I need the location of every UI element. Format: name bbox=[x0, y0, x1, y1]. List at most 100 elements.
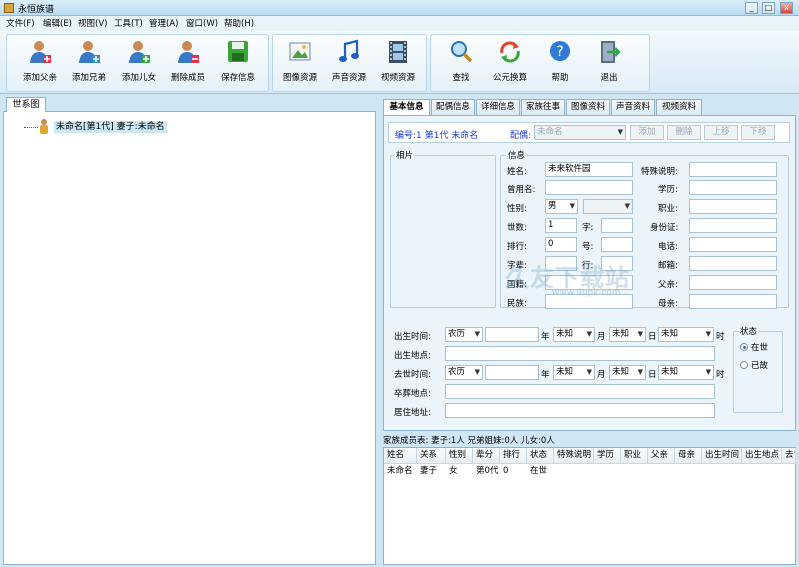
column-header-name[interactable]: 姓名 bbox=[384, 448, 417, 464]
chevron-down-icon: ▼ bbox=[617, 128, 623, 136]
menu-edit[interactable]: 编辑(E) bbox=[43, 17, 72, 29]
music-icon bbox=[339, 39, 359, 62]
birth-place-field[interactable] bbox=[445, 346, 715, 361]
menu-window[interactable]: 窗口(W) bbox=[186, 17, 218, 29]
generation-field[interactable]: 1 bbox=[545, 218, 577, 233]
menu-tools[interactable]: 工具(T) bbox=[114, 17, 143, 29]
name-field[interactable]: 未来软件园 bbox=[545, 162, 633, 177]
save-icon bbox=[228, 41, 248, 62]
add-sibling-button[interactable]: 添加兄弟 bbox=[63, 37, 115, 85]
image-resource-button[interactable]: 图像资源 bbox=[274, 37, 326, 85]
minimize-button[interactable]: _ bbox=[745, 2, 758, 14]
alive-radio[interactable]: 在世 bbox=[740, 341, 780, 353]
column-header-status[interactable]: 状态 bbox=[527, 448, 554, 464]
save-button[interactable]: 保存信息 bbox=[212, 37, 264, 85]
former-name-field[interactable] bbox=[545, 180, 633, 195]
delete-member-button[interactable]: 删除成员 bbox=[162, 37, 214, 85]
convert-button[interactable]: 公元换算 bbox=[484, 37, 536, 85]
cell-status: 在世 bbox=[530, 466, 548, 476]
tab-detail-info[interactable]: 详细信息 bbox=[476, 99, 520, 115]
id-card-field[interactable] bbox=[689, 218, 777, 233]
tab-lineage[interactable]: 世系图 bbox=[6, 97, 46, 112]
menu-help[interactable]: 帮助(H) bbox=[224, 17, 254, 29]
exit-button[interactable]: 退出 bbox=[583, 37, 635, 85]
tree-node-root[interactable]: 未命名[第1代] 妻子:未命名 bbox=[54, 121, 167, 133]
column-header-special[interactable]: 特殊说明 bbox=[554, 448, 594, 464]
gender-select[interactable]: 男 ▼ bbox=[545, 199, 578, 214]
chevron-down-icon: ▼ bbox=[637, 330, 643, 338]
search-button[interactable]: 查找 bbox=[435, 37, 487, 85]
video-resource-button[interactable]: 视频资源 bbox=[372, 37, 424, 85]
tab-basic-info[interactable]: 基本信息 bbox=[383, 99, 430, 116]
column-header-gender[interactable]: 性别 bbox=[446, 448, 473, 464]
ethnicity-label: 民族: bbox=[507, 299, 527, 309]
column-header-mother[interactable]: 母亲 bbox=[675, 448, 702, 464]
watermark-url: www.9upk.com bbox=[552, 288, 621, 298]
birth-day-select[interactable]: 未知 ▼ bbox=[609, 327, 646, 342]
tab-video-data[interactable]: 视频资料 bbox=[656, 99, 702, 115]
death-calendar-select[interactable]: 农历 ▼ bbox=[445, 365, 483, 380]
birth-month-select[interactable]: 未知 ▼ bbox=[553, 327, 595, 342]
death-month-unit: 月 bbox=[597, 370, 606, 380]
move-up-button[interactable]: 上移 bbox=[704, 125, 738, 140]
tab-spouse-info[interactable]: 配偶信息 bbox=[431, 99, 475, 115]
table-row[interactable]: 未命名 妻子 女 第0代 0 在世 bbox=[384, 465, 795, 478]
birth-calendar-select[interactable]: 农历 ▼ bbox=[445, 327, 483, 342]
menu-view[interactable]: 视图(V) bbox=[78, 17, 107, 29]
add-child-button[interactable]: 添加儿女 bbox=[113, 37, 165, 85]
tree-panel: 未命名[第1代] 妻子:未命名 世系图 bbox=[3, 97, 376, 565]
birth-year-unit: 年 bbox=[541, 332, 550, 342]
courtesy-field[interactable] bbox=[601, 218, 633, 233]
tab-image-data[interactable]: 图像资料 bbox=[566, 99, 610, 115]
alias-field[interactable] bbox=[601, 237, 633, 252]
move-down-button[interactable]: 下移 bbox=[741, 125, 775, 140]
job-label: 职业: bbox=[658, 204, 678, 214]
column-header-death[interactable]: 去世 bbox=[782, 448, 796, 464]
maximize-button[interactable]: □ bbox=[762, 2, 775, 14]
help-button[interactable]: ? 帮助 bbox=[534, 37, 586, 85]
death-time-label: 去世时间: bbox=[394, 370, 431, 380]
column-header-relation[interactable]: 关系 bbox=[417, 448, 446, 464]
menu-file[interactable]: 文件(F) bbox=[6, 17, 35, 29]
death-year-field[interactable] bbox=[485, 365, 539, 380]
rank-field[interactable]: 0 bbox=[545, 237, 577, 252]
family-member-table[interactable]: 姓名 关系 性别 辈分 排行 状态 特殊说明 学历 职业 父亲 母亲 出生时间 … bbox=[383, 447, 796, 565]
menu-manage[interactable]: 管理(A) bbox=[149, 17, 178, 29]
add-spouse-button[interactable]: 添加 bbox=[630, 125, 664, 140]
column-header-generation[interactable]: 辈分 bbox=[473, 448, 500, 464]
gender-sub-select[interactable]: ▼ bbox=[583, 199, 633, 214]
job-field[interactable] bbox=[689, 199, 777, 214]
photo-group[interactable] bbox=[390, 155, 496, 308]
sound-resource-button[interactable]: 声音资源 bbox=[323, 37, 375, 85]
death-day-select[interactable]: 未知 ▼ bbox=[609, 365, 646, 380]
close-button[interactable]: x bbox=[780, 2, 793, 14]
column-header-rank[interactable]: 排行 bbox=[500, 448, 527, 464]
education-field[interactable] bbox=[689, 180, 777, 195]
column-header-father[interactable]: 父亲 bbox=[648, 448, 675, 464]
birth-year-field[interactable] bbox=[485, 327, 539, 342]
column-header-birth-time[interactable]: 出生时间 bbox=[702, 448, 742, 464]
death-hour-select[interactable]: 未知 ▼ bbox=[658, 365, 714, 380]
tree-view[interactable]: 未命名[第1代] 妻子:未命名 bbox=[3, 111, 376, 565]
deceased-radio[interactable]: 已故 bbox=[740, 359, 780, 371]
former-name-label: 曾用名: bbox=[507, 185, 536, 195]
father-field[interactable] bbox=[689, 275, 777, 290]
birth-hour-select[interactable]: 未知 ▼ bbox=[658, 327, 714, 342]
mother-field[interactable] bbox=[689, 294, 777, 309]
column-header-job[interactable]: 职业 bbox=[621, 448, 648, 464]
email-field[interactable] bbox=[689, 256, 777, 271]
tab-sound-data[interactable]: 声音资料 bbox=[611, 99, 655, 115]
residence-field[interactable] bbox=[445, 403, 715, 418]
delete-spouse-button[interactable]: 删除 bbox=[667, 125, 701, 140]
burial-place-label: 卒葬地点: bbox=[394, 389, 431, 399]
column-header-birth-place[interactable]: 出生地点 bbox=[742, 448, 782, 464]
death-month-select[interactable]: 未知 ▼ bbox=[553, 365, 595, 380]
tab-family-history[interactable]: 家族往事 bbox=[521, 99, 565, 115]
spouse-select[interactable]: 未命名 ▼ bbox=[534, 125, 626, 140]
special-note-field[interactable] bbox=[689, 162, 777, 177]
convert-label: 公元换算 bbox=[492, 73, 527, 83]
column-header-education[interactable]: 学历 bbox=[594, 448, 621, 464]
phone-field[interactable] bbox=[689, 237, 777, 252]
add-father-button[interactable]: 添加父亲 bbox=[14, 37, 66, 85]
burial-place-field[interactable] bbox=[445, 384, 715, 399]
